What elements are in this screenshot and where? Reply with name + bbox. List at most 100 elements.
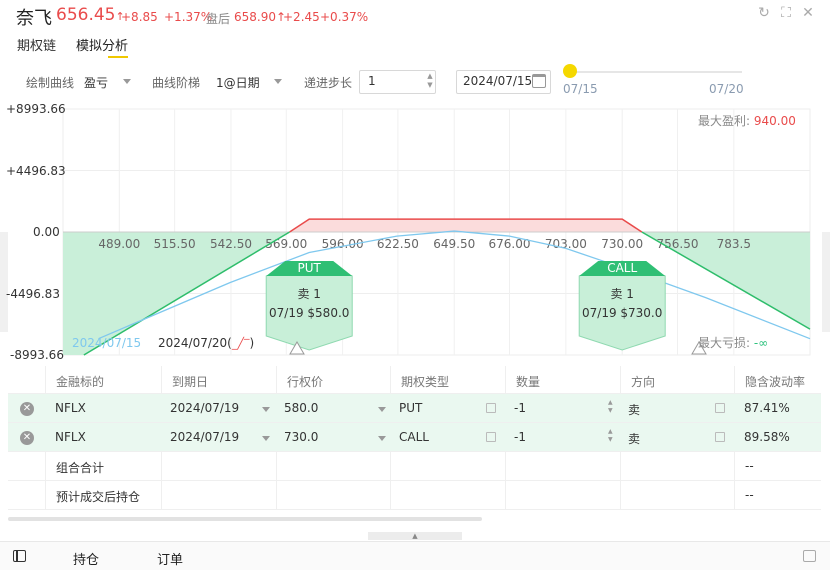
remove-leg-icon[interactable]: ✕ [20,431,34,445]
price-change-pct: +1.37% [164,10,213,24]
bottom-bar: 持仓 订单 [0,541,830,570]
chevron-down-icon[interactable] [378,407,386,412]
pnl-chart: 489.00 515.50 542.50 569.00 596.00 622.50 649.… [0,100,830,362]
curve-label: 绘制曲线 [26,76,75,90]
switch-icon[interactable] [486,432,496,442]
switch-icon[interactable] [486,403,496,413]
put-leg-type-label: PUT [298,261,322,275]
stock-name: 奈飞 [16,8,52,29]
slider-end-label: 07/20 [709,82,744,96]
expand-icon[interactable]: ⛶ [778,5,794,21]
col-header: 金融标的 [45,366,161,393]
curve-select[interactable]: 盈亏 [84,74,108,91]
cell-expiry[interactable]: 2024/07/19 [161,423,276,451]
quote-header: 奈飞 656.45↑ +8.85 +1.37% 盘后 658.90↑ +2.45… [0,0,830,32]
chevron-down-icon[interactable] [262,407,270,412]
sidebar-toggle-icon[interactable] [13,550,26,562]
summary-label: 组合合计 [45,452,161,480]
put-leg-action-label: 卖 1 [297,287,320,301]
tab-bar: 期权链 模拟分析 [0,32,830,58]
remove-leg-icon[interactable]: ✕ [20,402,34,416]
x-tick-label: 783.5 [717,237,751,251]
step-type-select[interactable]: 1@日期 [216,74,260,91]
cell-iv: 89.58% [744,430,790,444]
calendar-icon[interactable] [532,74,546,88]
col-header: 到期日 [161,366,276,393]
summary-iv: -- [734,452,821,480]
refresh-icon[interactable]: ↻ [756,5,772,21]
table-header: 金融标的 到期日 行权价 期权类型 数量 方向 隐含波动率 [8,366,821,394]
chevron-down-icon[interactable] [123,79,131,84]
date-slider-track[interactable] [569,71,742,73]
switch-icon[interactable] [715,432,725,442]
call-leg-type-label: CALL [607,261,637,275]
x-tick-label: 489.00 [98,237,140,251]
summary-row: 预计成交后持仓 -- [8,481,821,510]
x-tick-label: 569.00 [265,237,307,251]
x-tick-label: 730.00 [601,237,643,251]
price-change: +8.85 [121,10,158,24]
x-tick-label: 649.50 [433,237,475,251]
summary-iv: -- [734,481,821,509]
max-loss: 最大亏损: -∞ [698,336,769,350]
legend-expiry-date: 2024/07/20(_╱‾) [158,336,255,350]
step-type-label: 曲线阶梯 [152,76,201,90]
qty-stepper[interactable]: ▲ ▼ [608,428,613,444]
chevron-down-icon[interactable] [262,436,270,441]
active-tab-indicator [108,56,128,58]
legend-current-date: 2024/07/15 [72,336,142,350]
cell-strike[interactable]: 580.0 [276,394,390,422]
horizontal-scrollbar[interactable] [8,517,482,521]
after-hours-label: 盘后 [206,12,231,26]
y-tick-label: -4496.83 [6,287,60,301]
chevron-down-icon[interactable] [274,79,282,84]
cell-qty[interactable]: -1 [505,394,620,422]
cell-expiry[interactable]: 2024/07/19 [161,394,276,422]
max-profit: 最大盈利: 940.00 [698,114,796,128]
pnl-chart-svg: 489.00 515.50 542.50 569.00 596.00 622.50 649.… [62,108,811,356]
summary-row: 组合合计 -- [8,452,821,481]
cell-strike[interactable]: 730.0 [276,423,390,451]
call-leg-detail-label: 07/19 $730.0 [582,306,662,320]
y-tick-label: -8993.66 [10,348,64,362]
step-stepper[interactable]: ▲ ▼ [425,72,435,90]
cell-iv: 87.41% [744,401,790,415]
after-hours-price: 658.90↑ [234,10,287,24]
col-header: 期权类型 [390,366,505,393]
y-tick-label: +8993.66 [6,102,66,116]
switch-icon[interactable] [715,403,725,413]
col-header: 方向 [620,366,734,393]
close-icon[interactable]: ✕ [800,5,816,21]
tab-option-chain[interactable]: 期权链 [17,35,56,54]
tab-simulation[interactable]: 模拟分析 [76,35,128,54]
y-tick-label: +4496.83 [6,164,66,178]
table-row[interactable]: ✕ NFLX 2024/07/19 730.0 CALL -1 ▲ ▼ 卖 89.… [8,423,821,452]
step-label: 递进步长 [304,76,353,90]
y-tick-label: 0.00 [33,225,60,239]
qty-stepper[interactable]: ▲ ▼ [608,399,613,415]
table-row[interactable]: ✕ NFLX 2024/07/19 580.0 PUT -1 ▲ ▼ 卖 87.4… [8,394,821,423]
slider-start-label: 07/15 [563,82,598,96]
after-hours-change: +2.45 [283,10,320,24]
simulation-toolbar: 绘制曲线 盈亏 曲线阶梯 1@日期 递进步长 1 ▲ ▼ 2024/07/15 [0,66,830,100]
date-slider-handle[interactable] [563,64,577,78]
summary-label: 预计成交后持仓 [45,481,161,509]
tab-orders[interactable]: 订单 [157,549,183,568]
legs-table: 金融标的 到期日 行权价 期权类型 数量 方向 隐含波动率 ✕ NFLX 202… [8,366,821,510]
stock-price: 656.45↑ [56,5,125,25]
chevron-down-icon[interactable] [378,436,386,441]
call-leg-action-label: 卖 1 [610,287,633,301]
after-hours-pct: +0.37% [320,10,369,24]
x-tick-label: 515.50 [154,237,196,251]
col-header: 数量 [505,366,620,393]
tab-positions[interactable]: 持仓 [73,549,99,568]
put-leg-detail-label: 07/19 $580.0 [269,306,349,320]
col-header: 行权价 [276,366,390,393]
cell-symbol: NFLX [55,430,86,444]
copy-icon[interactable] [803,550,816,562]
cell-symbol: NFLX [55,401,86,415]
x-tick-label: 542.50 [210,237,252,251]
collapse-panel-button[interactable]: ▲ [368,532,462,540]
cell-qty[interactable]: -1 [505,423,620,451]
profit-area [289,219,642,232]
